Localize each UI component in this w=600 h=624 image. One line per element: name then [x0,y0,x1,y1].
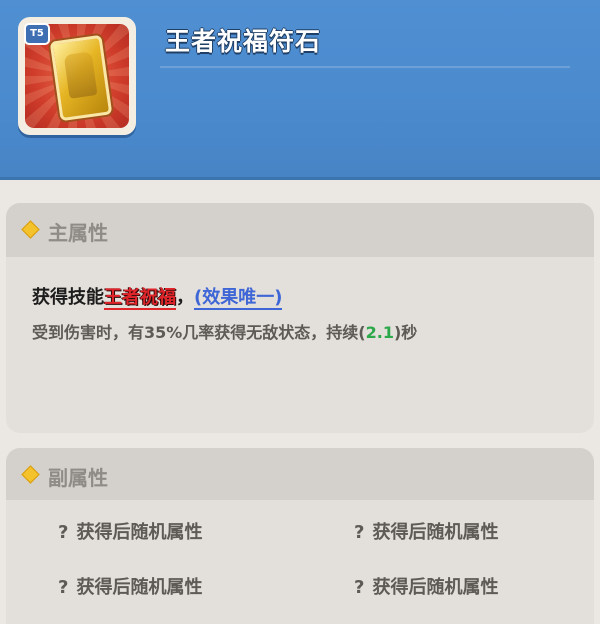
item-header: T5 王者祝福符石 [0,0,600,180]
skill-prefix: 获得技能 [32,287,104,308]
golden-card-icon [49,34,113,122]
unique-effect-tag[interactable]: (效果唯一) [194,287,283,310]
random-attribute-label: 获得后随机属性 [76,522,203,543]
sub-attribute-panel: 副属性 ? 获得后随机属性 ? 获得后随机属性 ? 获得后随机属性 ? 获得后随机属性 [6,448,594,624]
main-attribute-title: 主属性 [48,221,108,245]
main-attribute-header: 主属性 [6,203,594,257]
random-attribute-2: ? 获得后随机属性 [354,518,498,544]
main-attribute-panel: 主属性 获得技能王者祝福，(效果唯一) 受到伤害时，有35%几率获得无敌状态，持… [6,203,594,433]
skill-line: 获得技能王者祝福，(效果唯一) [32,283,283,310]
skill-comma: ， [176,287,194,308]
item-title: 王者祝福符石 [165,27,322,56]
question-icon: ? [58,522,69,543]
random-attribute-1: ? 获得后随机属性 [58,518,202,544]
sub-attribute-title: 副属性 [48,466,108,490]
diamond-icon [21,465,40,484]
random-attribute-label: 获得后随机属性 [76,577,203,598]
duration-value: 2.1 [365,323,394,342]
question-icon: ? [354,577,365,598]
desc-after: )秒 [393,323,418,342]
skill-description: 受到伤害时，有35%几率获得无敌状态，持续(2.1)秒 [32,319,417,343]
question-icon: ? [354,522,365,543]
question-icon: ? [58,577,69,598]
skill-name[interactable]: 王者祝福 [104,287,176,310]
desc-before: 受到伤害时，有35%几率获得无敌状态，持续( [32,323,366,342]
tier-badge: T5 [24,23,50,45]
sub-attribute-header: 副属性 [6,448,594,500]
random-attribute-4: ? 获得后随机属性 [354,573,498,599]
random-attribute-3: ? 获得后随机属性 [58,573,202,599]
diamond-icon [21,220,40,239]
random-attribute-label: 获得后随机属性 [372,577,499,598]
random-attribute-label: 获得后随机属性 [372,522,499,543]
item-icon-frame[interactable]: T5 [18,17,136,135]
